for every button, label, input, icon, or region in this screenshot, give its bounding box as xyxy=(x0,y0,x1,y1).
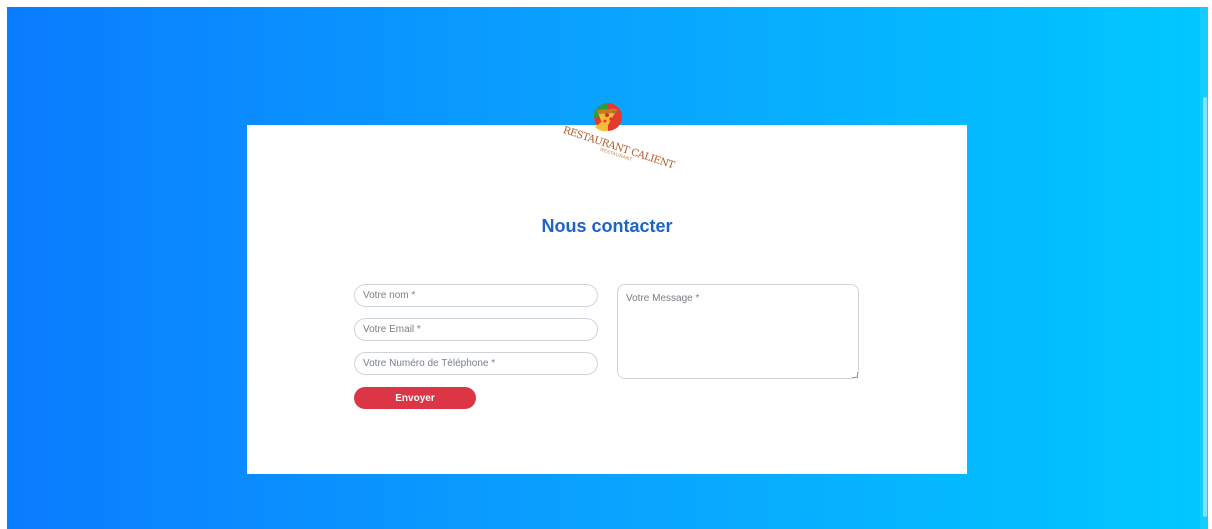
resize-handle-icon[interactable] xyxy=(852,372,858,378)
scrollbar[interactable] xyxy=(1200,7,1208,529)
name-input[interactable] xyxy=(354,284,598,307)
submit-button[interactable]: Envoyer xyxy=(354,387,476,409)
scrollbar-thumb[interactable] xyxy=(1203,97,1207,517)
message-textarea[interactable] xyxy=(617,284,859,379)
phone-input[interactable] xyxy=(354,352,598,375)
page-title: Nous contacter xyxy=(541,216,673,236)
email-input[interactable] xyxy=(354,318,598,341)
restaurant-logo: RESTAURANT CALIENT RESTAURANT xyxy=(559,101,675,181)
page-background: RESTAURANT CALIENT RESTAURANT Nous conta… xyxy=(7,7,1208,529)
contact-card: RESTAURANT CALIENT RESTAURANT Nous conta… xyxy=(247,103,967,474)
